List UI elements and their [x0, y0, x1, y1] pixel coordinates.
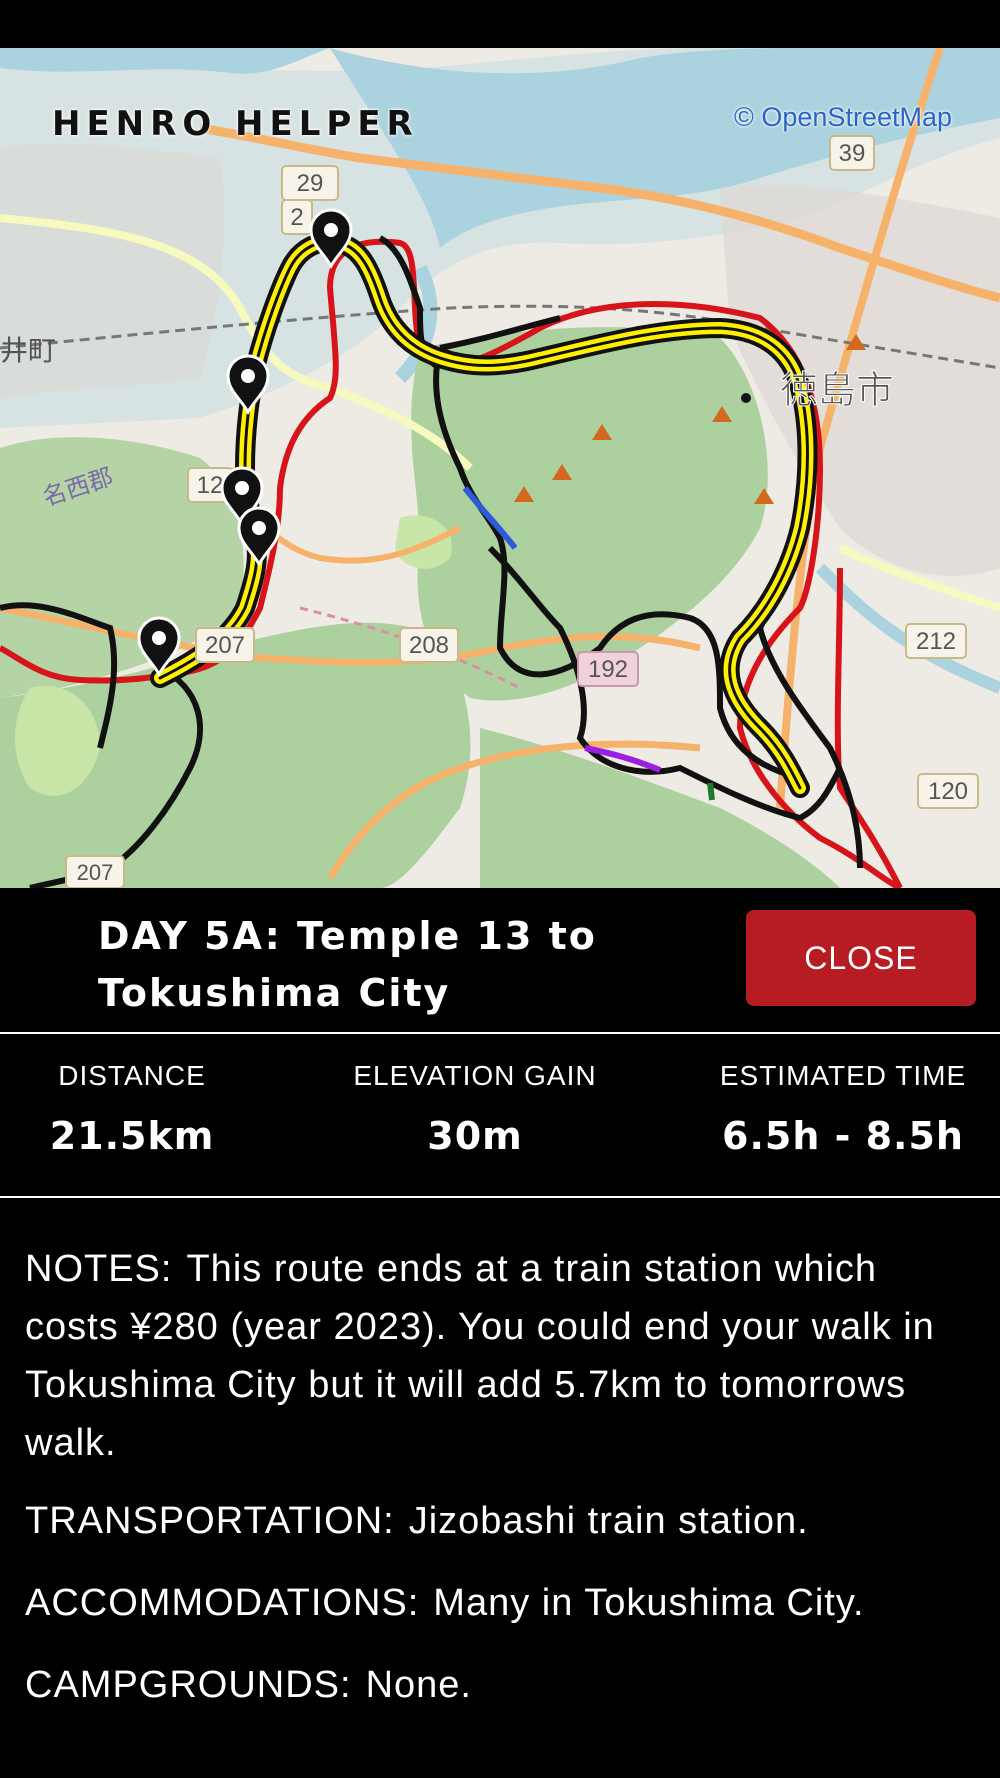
road-shield: 207	[65, 855, 125, 888]
route-title: DAY 5A: Temple 13 to Tokushima City	[98, 914, 597, 1015]
transportation-label: TRANSPORTATION:	[25, 1500, 395, 1542]
road-shield: 212	[905, 623, 967, 659]
stat-label: ESTIMATED TIME	[719, 1060, 967, 1091]
transportation-text: Jizobashi train station.	[408, 1500, 809, 1542]
route-stats: DISTANCE 21.5km ELEVATION GAIN 30m ESTIM…	[0, 1034, 1000, 1198]
map-attribution-link[interactable]: © OpenStreetMap	[734, 102, 952, 133]
route-header: DAY 5A: Temple 13 to Tokushima City CLOS…	[0, 888, 1000, 1034]
stat-elevation-gain: ELEVATION GAIN 30m	[340, 1060, 610, 1158]
road-number: 192	[588, 656, 628, 683]
map-canvas[interactable]: 29 2 39 12 207 208 192 212 120 207 徳島市 井…	[0, 48, 1000, 888]
stat-value: 6.5h - 8.5h	[722, 1114, 964, 1158]
road-shield: 207	[195, 627, 255, 663]
road-number: 212	[916, 628, 956, 655]
road-number: 12	[197, 472, 224, 499]
status-bar	[0, 0, 1000, 48]
campgrounds-paragraph: CAMPGROUNDS: None.	[25, 1656, 975, 1714]
stat-value: 30m	[427, 1114, 523, 1158]
road-number: 120	[928, 778, 968, 805]
transportation-paragraph: TRANSPORTATION: Jizobashi train station.	[25, 1492, 975, 1550]
route-segment-green[interactable]	[707, 782, 715, 801]
notes-paragraph: NOTES: This route ends at a train station…	[25, 1240, 975, 1472]
road-number: 2	[290, 204, 303, 231]
accommodations-label: ACCOMMODATIONS:	[25, 1582, 420, 1624]
station-dot	[741, 393, 751, 403]
place-label: 井町	[0, 334, 56, 367]
accommodations-text: Many in Tokushima City.	[433, 1582, 865, 1624]
place-label: 徳島市	[780, 368, 894, 412]
notes-label: NOTES:	[25, 1248, 173, 1290]
road-number: 29	[297, 170, 324, 197]
stat-distance: DISTANCE 21.5km	[32, 1060, 232, 1158]
road-number: 207	[205, 632, 245, 659]
campgrounds-label: CAMPGROUNDS:	[25, 1664, 352, 1706]
road-shield: 29	[281, 165, 339, 201]
stat-estimated-time: ESTIMATED TIME 6.5h - 8.5h	[700, 1060, 986, 1158]
campgrounds-text: None.	[365, 1664, 472, 1706]
road-shield: 39	[829, 135, 875, 171]
accommodations-paragraph: ACCOMMODATIONS: Many in Tokushima City.	[25, 1574, 975, 1632]
route-notes: NOTES: This route ends at a train station…	[25, 1240, 975, 1738]
road-shield: 208	[399, 627, 459, 663]
stat-label: ELEVATION GAIN	[353, 1060, 597, 1091]
route-map[interactable]: 29 2 39 12 207 208 192 212 120 207 徳島市 井…	[0, 48, 1000, 888]
stat-value: 21.5km	[49, 1114, 215, 1158]
road-shield: 2	[281, 199, 313, 235]
close-button[interactable]: CLOSE	[746, 910, 976, 1006]
road-number: 207	[77, 860, 114, 885]
stat-label: DISTANCE	[58, 1060, 206, 1091]
road-shield: 120	[917, 773, 979, 809]
road-number: 208	[409, 632, 449, 659]
road-shield: 192	[577, 651, 639, 687]
app-logo-text: HENRO HELPER	[52, 104, 419, 144]
road-number: 39	[839, 140, 866, 167]
